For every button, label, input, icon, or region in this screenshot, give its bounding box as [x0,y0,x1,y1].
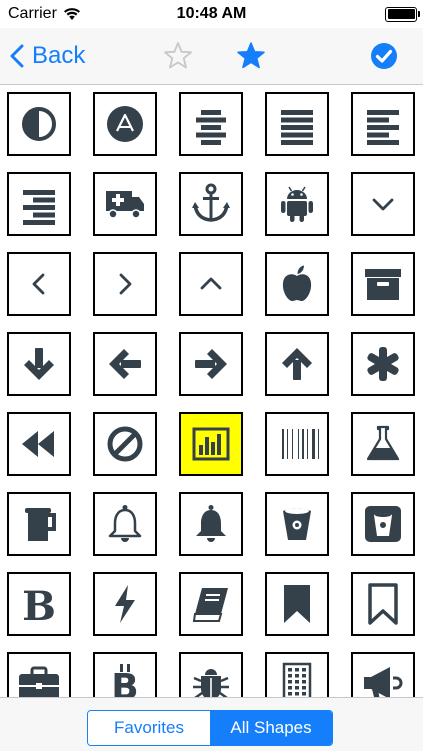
icon-tile-angle-up[interactable] [179,252,243,316]
icon-tile-backward[interactable] [7,412,71,476]
back-label: Back [32,42,86,69]
icon-tile-angle-right[interactable] [93,252,157,316]
icon-tile-align-left[interactable] [351,92,415,156]
icon-tile-angle-left[interactable] [7,252,71,316]
icon-tile-android[interactable] [265,172,329,236]
apple-icon [282,265,312,302]
icon-tile-bitbucket-sign[interactable] [351,492,415,556]
star-filled-icon[interactable] [235,40,267,72]
segmented-control: Favorites All Shapes [87,710,333,746]
align-center-icon [196,110,226,145]
icon-tile-arrow-down[interactable] [7,332,71,396]
icon-tile-anchor[interactable] [179,172,243,236]
icon-tile-bug[interactable] [179,652,243,697]
android-icon [281,186,313,222]
icon-tile-building[interactable] [265,652,329,697]
barcode-icon [282,429,319,459]
icon-tile-arrow-right[interactable] [179,332,243,396]
icon-tile-bookmark[interactable] [265,572,329,636]
beaker-icon [366,425,400,461]
battery-icon [385,6,420,22]
icon-tile-arrow-left[interactable] [93,332,157,396]
icon-tile-ambulance[interactable] [93,172,157,236]
backward-icon [22,431,54,457]
icon-tile-adn[interactable] [93,92,157,156]
icon-tile-arrow-up[interactable] [265,332,329,396]
briefcase-icon [19,666,59,697]
icon-grid[interactable]: BB [0,85,423,697]
icon-tile-align-justify[interactable] [265,92,329,156]
bolt-icon [115,585,135,623]
icon-tile-btc[interactable]: B [93,652,157,697]
icon-tile-book[interactable] [179,572,243,636]
svg-text:B: B [22,583,56,627]
arrow-down-icon [24,348,54,380]
icon-tile-align-right[interactable] [7,172,71,236]
status-time: 10:48 AM [176,5,247,22]
status-bar: Carrier 10:48 AM [0,0,423,28]
icon-tile-asterisk[interactable] [351,332,415,396]
back-button[interactable]: Back [10,40,85,72]
star-outline-icon[interactable] [162,40,194,72]
arrow-right-icon [195,349,227,379]
asterisk-icon [367,347,399,381]
align-right-icon [23,190,55,225]
angle-down-icon [372,198,394,211]
icon-tile-angle-down[interactable] [351,172,415,236]
align-left-icon [367,110,399,145]
checkmark-circle-icon[interactable] [368,40,400,72]
angle-right-icon [119,273,132,295]
icon-tile-bell[interactable] [93,492,157,556]
icon-tile-briefcase[interactable] [7,652,71,697]
book-icon [192,588,228,622]
bookmark-icon [284,585,310,623]
bottom-toolbar: Favorites All Shapes [0,697,423,751]
bold-icon: B [22,583,56,627]
icon-tile-align-center[interactable] [179,92,243,156]
building-icon [282,662,312,697]
icon-tile-beaker[interactable] [351,412,415,476]
bell-alt-icon [196,505,226,542]
icon-tile-bitbucket[interactable] [265,492,329,556]
btc-icon: B [111,664,139,697]
icon-tile-bullhorn[interactable] [351,652,415,697]
icon-tile-bell-alt[interactable] [179,492,243,556]
icon-tile-bookmark-empty[interactable] [351,572,415,636]
icon-tile-ban[interactable] [93,412,157,476]
arrow-left-icon [109,349,141,379]
icon-tile-barcode[interactable] [265,412,329,476]
align-justify-icon [281,110,313,145]
chevron-left-icon [10,44,24,68]
icon-tile-beer[interactable] [7,492,71,556]
icon-tile-bar-chart[interactable] [179,412,243,476]
navigation-bar: Back [0,28,423,85]
segment-all-shapes[interactable]: All Shapes [210,711,332,745]
icon-tile-apple[interactable] [265,252,329,316]
icon-tile-adjust[interactable] [7,92,71,156]
segment-favorites[interactable]: Favorites [88,711,210,745]
bug-icon [193,669,229,697]
bookmark-empty-icon [368,583,398,625]
bell-icon [108,505,142,542]
bullhorn-icon [364,667,403,697]
bar-chart-icon [192,427,230,461]
icon-tile-bold[interactable]: B [7,572,71,636]
bitbucket-sign-icon [365,506,401,542]
angle-left-icon [32,273,45,295]
adn-icon [107,106,143,142]
beer-icon [25,508,56,541]
icon-tile-archive[interactable] [351,252,415,316]
adjust-icon [22,107,56,141]
icon-tile-bolt[interactable] [93,572,157,636]
arrow-up-icon [282,348,312,380]
archive-icon [365,269,401,300]
svg-text:B: B [111,667,138,697]
bitbucket-icon [283,508,311,540]
angle-up-icon [200,277,222,290]
ban-icon [107,426,143,462]
anchor-icon [192,183,230,222]
ambulance-icon [106,191,144,219]
